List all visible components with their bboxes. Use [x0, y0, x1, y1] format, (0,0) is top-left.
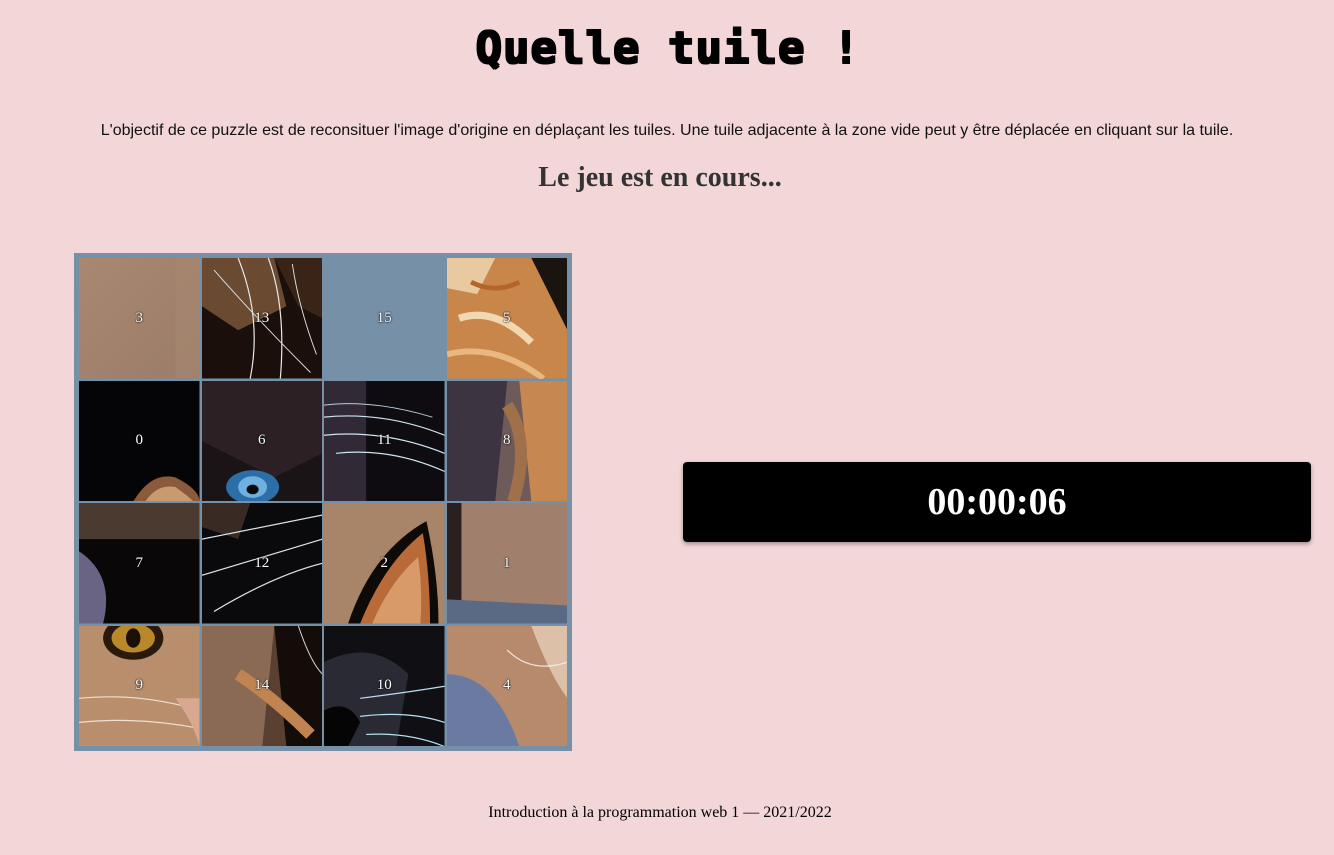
puzzle-tile[interactable]: 12	[201, 503, 322, 624]
tile-number: 5	[503, 309, 511, 326]
puzzle-tile[interactable]: 9	[79, 625, 200, 746]
tile-number: 8	[503, 432, 511, 449]
puzzle-tile[interactable]: 13	[201, 258, 322, 379]
puzzle-tile[interactable]: 7	[79, 503, 200, 624]
puzzle-tile-empty: 15	[324, 258, 445, 379]
puzzle-tile[interactable]: 2	[324, 503, 445, 624]
puzzle-tile[interactable]: 4	[446, 625, 567, 746]
tile-number: 15	[376, 309, 392, 326]
tile-number: 6	[258, 432, 266, 449]
tile-number: 11	[377, 432, 392, 449]
puzzle-tile[interactable]: 14	[201, 625, 322, 746]
tile-number: 0	[135, 432, 144, 449]
timer-value: 00:00:06	[927, 481, 1067, 523]
tile-number: 4	[503, 677, 511, 694]
puzzle-tile[interactable]: 8	[446, 380, 567, 501]
page-footer: Introduction à la programmation web 1 — …	[488, 804, 832, 821]
game-timer: 00:00:06	[683, 462, 1311, 542]
puzzle-tile[interactable]: 6	[201, 380, 322, 501]
tile-number: 1	[503, 554, 511, 571]
tile-number: 2	[380, 554, 389, 571]
game-status: Le jeu est en cours...	[538, 162, 782, 193]
puzzle-tile[interactable]: 3	[79, 258, 200, 379]
tile-number: 3	[135, 309, 144, 326]
puzzle-tile[interactable]: 1	[446, 503, 567, 624]
tile-number: 12	[254, 554, 270, 571]
puzzle-tile[interactable]: 11	[324, 380, 445, 501]
tile-number: 14	[254, 677, 270, 694]
tile-number: 9	[135, 677, 144, 694]
puzzle-tile[interactable]: 10	[324, 625, 445, 746]
puzzle-tile[interactable]: 0	[79, 380, 200, 501]
instructions-text: L'objectif de ce puzzle est de reconsitu…	[100, 122, 1234, 139]
puzzle-board: 3 13 15 5 0 6 11 8 7 12 2 1 9 14 10 4	[74, 253, 572, 751]
page-title: Quelle tuile !	[474, 22, 860, 73]
tile-number: 10	[376, 677, 392, 694]
tile-number: 13	[254, 309, 270, 326]
puzzle-tile[interactable]: 5	[446, 258, 567, 379]
tile-number: 7	[135, 554, 144, 571]
